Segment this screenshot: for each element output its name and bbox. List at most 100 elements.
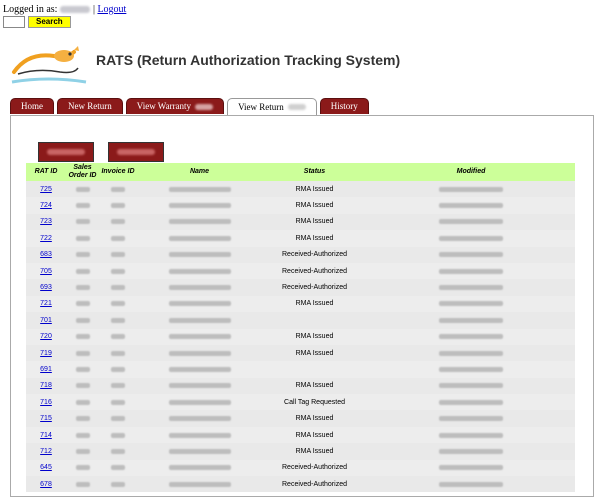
sales-order-redacted (75, 268, 90, 274)
status-text: RMA Issued (295, 382, 334, 390)
invoice-redacted (111, 350, 125, 356)
rat-id-link[interactable]: 701 (40, 317, 52, 324)
sales-order-redacted (75, 285, 90, 291)
invoice-redacted (111, 399, 125, 405)
invoice-redacted (111, 285, 125, 291)
logout-link[interactable]: Logout (97, 4, 126, 15)
rat-id-link[interactable]: 723 (40, 218, 52, 225)
col-rat-id[interactable]: RAT ID (26, 168, 66, 176)
status-text: Received-Authorized (282, 480, 347, 488)
modified-redacted (439, 399, 503, 405)
status-text: Received-Authorized (282, 464, 347, 472)
rat-id-link[interactable]: 718 (40, 382, 52, 389)
rat-id-link[interactable]: 719 (40, 350, 52, 357)
invoice-redacted (111, 448, 125, 454)
table-row: 701 (26, 312, 575, 329)
modified-redacted (439, 268, 503, 274)
rat-id-link[interactable]: 693 (40, 284, 52, 291)
invoice-redacted (111, 186, 125, 192)
modified-redacted (439, 416, 503, 422)
tab-label: View Return (238, 101, 284, 112)
table-row: 712 RMA Issued (26, 443, 575, 460)
table-row: 721 RMA Issued (26, 295, 575, 313)
modified-redacted (439, 186, 503, 192)
status-text: Received-Authorized (282, 251, 347, 259)
col-invoice-id[interactable]: Invoice ID (99, 168, 137, 176)
main-tabs: Home New Return View Warranty View Retur… (10, 98, 369, 115)
action-button-2[interactable] (108, 142, 164, 162)
redacted-label (47, 149, 85, 155)
sales-order-redacted (75, 448, 90, 454)
invoice-redacted (111, 301, 125, 307)
name-redacted (168, 301, 231, 307)
col-sales-order-id[interactable]: Sales Order ID (66, 164, 99, 180)
rat-id-link[interactable]: 683 (40, 251, 52, 258)
name-redacted (168, 366, 231, 372)
rat-id-link[interactable]: 722 (40, 235, 52, 242)
rat-id-link[interactable]: 721 (40, 300, 52, 307)
modified-redacted (439, 481, 503, 487)
tab-history[interactable]: History (319, 98, 369, 114)
rat-id-link[interactable]: 724 (40, 202, 52, 209)
tab-view-return[interactable]: View Return (227, 98, 317, 115)
table-header: RAT ID Sales Order ID Invoice ID Name St… (26, 163, 575, 181)
modified-redacted (439, 383, 503, 389)
rat-id-link[interactable]: 705 (40, 268, 52, 275)
status-text: RMA Issued (295, 431, 334, 439)
app-title: RATS (Return Authorization Tracking Syst… (96, 52, 401, 68)
sales-order-redacted (75, 383, 90, 389)
sales-order-redacted (75, 465, 90, 471)
name-redacted (168, 219, 231, 225)
rat-id-link[interactable]: 712 (40, 448, 52, 455)
col-name[interactable]: Name (137, 168, 262, 176)
rat-id-link[interactable]: 715 (40, 415, 52, 422)
tab-label: New Return (68, 101, 112, 111)
sales-order-redacted (75, 481, 90, 487)
table-body: 725 RMA Issued 724 RMA Issued 723 RMA Is… (26, 181, 575, 493)
rat-id-link[interactable]: 716 (40, 399, 52, 406)
name-redacted (168, 465, 231, 471)
tab-label: View Warranty (136, 101, 192, 111)
sales-order-redacted (75, 366, 90, 372)
sales-order-redacted (75, 203, 90, 209)
tab-home[interactable]: Home (10, 98, 54, 114)
name-redacted (168, 203, 231, 209)
table-row: 718 RMA Issued (26, 377, 575, 395)
col-modified[interactable]: Modified (367, 168, 575, 176)
rat-id-link[interactable]: 725 (40, 186, 52, 193)
tab-view-warranty[interactable]: View Warranty (125, 98, 225, 114)
rat-id-link[interactable]: 645 (40, 464, 52, 471)
name-redacted (168, 235, 231, 241)
table-row: 725 RMA Issued (26, 181, 575, 198)
logged-in-label: Logged in as: (3, 4, 58, 15)
table-row: 714 RMA Issued (26, 426, 575, 444)
table-row: 724 RMA Issued (26, 197, 575, 214)
rat-id-link[interactable]: 720 (40, 333, 52, 340)
name-redacted (168, 432, 231, 438)
modified-redacted (439, 317, 503, 323)
table-row: 683 Received-Authorized (26, 246, 575, 263)
table-row: 645 Received-Authorized (26, 459, 575, 477)
tab-new-return[interactable]: New Return (57, 98, 123, 114)
rat-id-link[interactable]: 714 (40, 432, 52, 439)
sales-order-redacted (75, 186, 90, 192)
modified-redacted (439, 285, 503, 291)
name-redacted (168, 285, 231, 291)
rat-id-link[interactable]: 691 (40, 366, 52, 373)
sales-order-redacted (75, 252, 90, 258)
search-button[interactable]: Search (28, 16, 71, 28)
sales-order-redacted (75, 235, 90, 241)
redacted-text (195, 103, 214, 110)
name-redacted (168, 383, 231, 389)
name-redacted (168, 252, 231, 258)
table-row: 715 RMA Issued (26, 410, 575, 427)
search-input[interactable] (3, 16, 25, 28)
table-row: 693 Received-Authorized (26, 279, 575, 296)
action-button-1[interactable] (38, 142, 94, 162)
col-status[interactable]: Status (262, 168, 367, 176)
invoice-redacted (111, 268, 125, 274)
rat-id-link[interactable]: 678 (40, 481, 52, 488)
table-row: 722 RMA Issued (26, 230, 575, 247)
sales-order-redacted (75, 416, 90, 422)
invoice-redacted (111, 203, 125, 209)
